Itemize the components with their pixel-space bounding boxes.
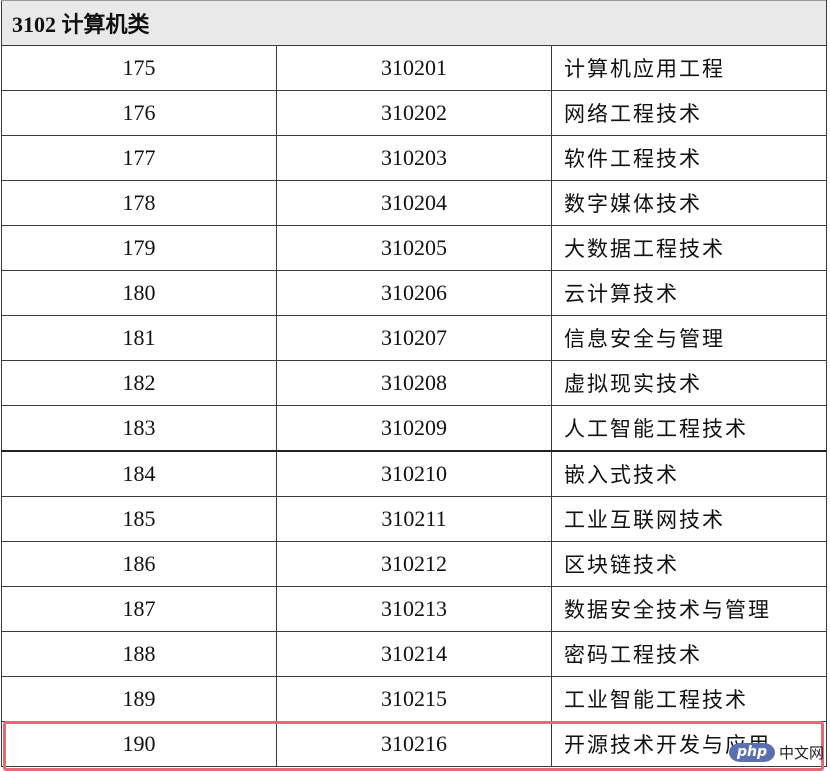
row-name-cell: 虚拟现实技术	[551, 360, 827, 406]
category-header-row: 3102 计算机类	[1, 0, 827, 46]
row-name-cell: 信息安全与管理	[551, 315, 827, 361]
row-code-cell: 310203	[276, 135, 552, 181]
row-code-cell: 310213	[276, 586, 552, 632]
row-name-cell: 大数据工程技术	[551, 225, 827, 271]
row-code-cell: 310208	[276, 360, 552, 406]
row-seq-cell: 183	[1, 405, 277, 452]
row-name-cell: 数字媒体技术	[551, 180, 827, 226]
row-code-cell: 310212	[276, 541, 552, 587]
table-row: 176 310202 网络工程技术	[1, 90, 827, 136]
table-row: 184 310210 嵌入式技术	[1, 450, 827, 497]
row-seq-cell: 190	[1, 721, 277, 767]
row-code-cell: 310215	[276, 676, 552, 722]
table-row: 175 310201 计算机应用工程	[1, 45, 827, 91]
row-seq-cell: 188	[1, 631, 277, 677]
row-seq-cell: 185	[1, 496, 277, 542]
watermark-text: 中文网	[778, 744, 824, 762]
table-row: 182 310208 虚拟现实技术	[1, 360, 827, 406]
table-row: 186 310212 区块链技术	[1, 541, 827, 587]
row-code-cell: 310210	[276, 450, 552, 497]
row-seq-cell: 182	[1, 360, 277, 406]
row-code-cell: 310202	[276, 90, 552, 136]
row-name-cell: 数据安全技术与管理	[551, 586, 827, 632]
table-row: 177 310203 软件工程技术	[1, 135, 827, 181]
row-seq-cell: 176	[1, 90, 277, 136]
table-row: 178 310204 数字媒体技术	[1, 180, 827, 226]
row-name-cell: 软件工程技术	[551, 135, 827, 181]
row-code-cell: 310214	[276, 631, 552, 677]
row-code-cell: 310201	[276, 45, 552, 91]
row-seq-cell: 186	[1, 541, 277, 587]
table-row: 187 310213 数据安全技术与管理	[1, 586, 827, 632]
row-seq-cell: 189	[1, 676, 277, 722]
table-row: 189 310215 工业智能工程技术	[1, 676, 827, 722]
row-name-cell: 嵌入式技术	[551, 450, 827, 497]
major-table: 3102 计算机类 175 310201 计算机应用工程 176 310202 网络工程技…	[1, 0, 827, 767]
row-code-cell: 310204	[276, 180, 552, 226]
row-name-cell: 云计算技术	[551, 270, 827, 316]
row-seq-cell: 177	[1, 135, 277, 181]
php-logo: php	[728, 743, 775, 762]
row-seq-cell: 180	[1, 270, 277, 316]
row-seq-cell: 181	[1, 315, 277, 361]
row-name-cell: 网络工程技术	[551, 90, 827, 136]
row-seq-cell: 179	[1, 225, 277, 271]
category-title: 3102 计算机类	[1, 0, 827, 46]
table-row: 183 310209 人工智能工程技术	[1, 405, 827, 452]
row-name-cell: 密码工程技术	[551, 631, 827, 677]
row-code-cell: 310207	[276, 315, 552, 361]
row-code-cell: 310216	[276, 721, 552, 767]
row-name-cell: 区块链技术	[551, 541, 827, 587]
row-code-cell: 310211	[276, 496, 552, 542]
row-code-cell: 310205	[276, 225, 552, 271]
row-name-cell: 计算机应用工程	[551, 45, 827, 91]
watermark: php 中文网	[728, 742, 824, 763]
table-row: 188 310214 密码工程技术	[1, 631, 827, 677]
table-row: 181 310207 信息安全与管理	[1, 315, 827, 361]
table-row: 185 310211 工业互联网技术	[1, 496, 827, 542]
row-name-cell: 工业智能工程技术	[551, 676, 827, 722]
row-seq-cell: 178	[1, 180, 277, 226]
table-row: 190 310216 开源技术开发与应用	[1, 721, 827, 767]
table-row: 180 310206 云计算技术	[1, 270, 827, 316]
row-seq-cell: 175	[1, 45, 277, 91]
row-seq-cell: 187	[1, 586, 277, 632]
row-name-cell: 工业互联网技术	[551, 496, 827, 542]
row-name-cell: 人工智能工程技术	[551, 405, 827, 452]
row-code-cell: 310206	[276, 270, 552, 316]
table-row: 179 310205 大数据工程技术	[1, 225, 827, 271]
row-seq-cell: 184	[1, 450, 277, 497]
row-code-cell: 310209	[276, 405, 552, 452]
